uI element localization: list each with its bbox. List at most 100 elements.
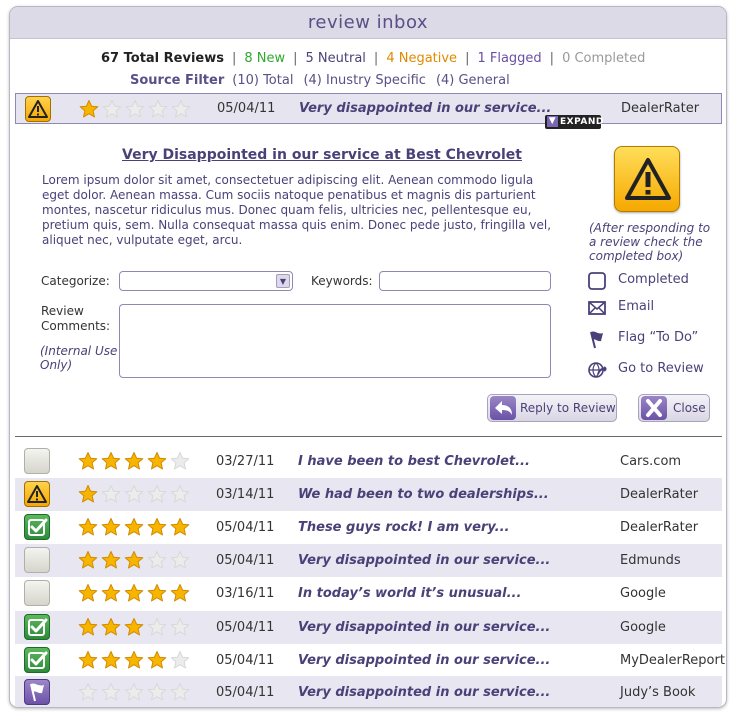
- chevron-down-icon: ▼: [276, 274, 290, 288]
- review-row[interactable]: 05/04/11 Very disappointed in our service…: [15, 544, 722, 577]
- star-empty-icon: [78, 683, 98, 701]
- star-filled-icon: [101, 518, 121, 536]
- review-comments-textarea[interactable]: [119, 304, 551, 378]
- close-button[interactable]: Close: [638, 394, 710, 422]
- source-filter-general[interactable]: (4) General: [436, 73, 510, 88]
- star-filled-icon: [124, 518, 144, 536]
- star-rating: [78, 682, 190, 702]
- review-date: 05/04/11: [216, 620, 275, 635]
- star-rating: [79, 99, 191, 119]
- review-row[interactable]: 05/04/11 Very disappointed in our service…: [15, 676, 722, 707]
- checkmark-icon[interactable]: [24, 647, 50, 673]
- unchecked-box-icon[interactable]: [24, 448, 50, 474]
- separator: |: [293, 51, 298, 66]
- separator: |: [231, 51, 237, 66]
- review-source: DealerRater: [620, 487, 699, 502]
- star-filled-icon: [101, 651, 121, 669]
- close-button-label: Close: [673, 401, 706, 415]
- categorize-label: Categorize:: [41, 274, 110, 288]
- checkmark-icon[interactable]: [24, 514, 50, 540]
- source-filter-total[interactable]: (10) Total: [232, 73, 293, 88]
- star-filled-icon: [147, 452, 167, 470]
- review-excerpt[interactable]: Very disappointed in our service...: [299, 101, 551, 116]
- star-empty-icon: [170, 551, 190, 569]
- star-filled-icon: [101, 551, 121, 569]
- review-row[interactable]: 05/04/11 These guys rock! I am very... Dea…: [15, 511, 722, 544]
- star-filled-icon: [101, 584, 121, 602]
- review-row[interactable]: 05/04/11 Very disappointed in our service…: [15, 611, 722, 644]
- star-rating: [78, 517, 190, 537]
- expand-button[interactable]: ▼ EXPAND: [545, 115, 604, 129]
- review-row[interactable]: 03/14/11 We had been to two dealerships..…: [15, 478, 722, 511]
- flag-icon[interactable]: [24, 679, 50, 705]
- star-filled-icon: [147, 518, 167, 536]
- star-filled-icon: [124, 618, 144, 636]
- neutral-reviews-filter[interactable]: 5 Neutral: [306, 51, 366, 66]
- star-empty-icon: [124, 485, 144, 503]
- star-empty-icon: [148, 100, 168, 118]
- flag-label: Flag “To Do”: [618, 330, 699, 345]
- warning-icon: [25, 96, 51, 122]
- review-source: Judy’s Book: [620, 685, 696, 700]
- star-empty-icon: [170, 485, 190, 503]
- completed-reviews-filter[interactable]: 0 Completed: [562, 51, 645, 66]
- review-excerpt[interactable]: I have been to best Chevrolet...: [298, 454, 530, 469]
- star-filled-icon: [124, 452, 144, 470]
- review-excerpt[interactable]: Very disappointed in our service...: [298, 653, 550, 668]
- source-filter-industry[interactable]: (4) Inustry Specific: [303, 73, 426, 88]
- review-excerpt[interactable]: These guys rock! I am very...: [298, 520, 509, 535]
- negative-reviews-filter[interactable]: 4 Negative: [386, 51, 457, 66]
- review-excerpt[interactable]: We had been to two dealerships...: [298, 487, 549, 502]
- flag-icon: [590, 331, 603, 349]
- review-detail-title: Very Disappointed in our service at Best…: [122, 147, 522, 163]
- star-empty-icon: [101, 485, 121, 503]
- review-excerpt[interactable]: Very disappointed in our service...: [298, 685, 550, 700]
- review-comments-label-line2: Comments:: [41, 319, 111, 333]
- warning-icon[interactable]: [24, 481, 50, 507]
- categorize-select[interactable]: ▼: [119, 271, 293, 291]
- star-filled-icon: [79, 100, 99, 118]
- review-row[interactable]: 05/04/11 Very disappointed in our service…: [15, 644, 725, 677]
- expand-label: EXPAND: [560, 117, 604, 127]
- star-filled-icon: [124, 551, 144, 569]
- inbox-title: review inbox: [10, 7, 726, 39]
- flagged-reviews-filter[interactable]: 1 Flagged: [477, 51, 541, 66]
- star-rating: [78, 617, 190, 637]
- arrow-down-icon: ▼: [547, 116, 558, 127]
- review-comments-label-line1: Review: [41, 304, 84, 318]
- new-reviews-filter[interactable]: 8 New: [244, 51, 285, 66]
- star-filled-icon: [78, 584, 98, 602]
- star-empty-icon: [147, 618, 167, 636]
- review-source: Cars.com: [620, 454, 682, 469]
- go-to-review-label: Go to Review: [618, 361, 704, 376]
- star-filled-icon: [124, 584, 144, 602]
- review-inbox-panel: review inbox 67 Total Reviews | 8 New | 5 Ne…: [9, 6, 727, 708]
- review-row[interactable]: 03/27/11 I have been to best Chevrolet...…: [15, 445, 722, 478]
- star-filled-icon: [78, 618, 98, 636]
- review-source: Google: [620, 586, 666, 601]
- star-filled-icon: [147, 651, 167, 669]
- warning-icon: [614, 146, 680, 212]
- review-date: 03/14/11: [216, 487, 275, 502]
- unchecked-box-icon[interactable]: [24, 547, 50, 573]
- keywords-input[interactable]: [379, 271, 551, 291]
- star-rating: [78, 583, 190, 603]
- review-row[interactable]: 03/16/11 In today’s world it’s unusual...…: [15, 577, 722, 610]
- reply-to-review-button[interactable]: Reply to Review: [487, 394, 617, 422]
- star-filled-icon: [78, 485, 98, 503]
- selected-review-row[interactable]: 05/04/11 Very disappointed in our servic…: [15, 93, 722, 124]
- checkmark-icon[interactable]: [24, 614, 50, 640]
- star-empty-icon: [147, 683, 167, 701]
- star-filled-icon: [78, 551, 98, 569]
- review-excerpt[interactable]: Very disappointed in our service...: [298, 620, 550, 635]
- review-date: 05/04/11: [216, 653, 275, 668]
- star-filled-icon: [101, 452, 121, 470]
- review-excerpt[interactable]: In today’s world it’s unusual...: [298, 586, 521, 601]
- star-filled-icon: [78, 651, 98, 669]
- total-reviews-count[interactable]: 67 Total Reviews: [101, 51, 224, 66]
- completed-help-text: (After responding to a review check the …: [589, 221, 711, 263]
- review-source: DealerRater: [620, 520, 699, 535]
- star-filled-icon: [78, 518, 98, 536]
- unchecked-box-icon[interactable]: [24, 580, 50, 606]
- review-excerpt[interactable]: Very disappointed in our service...: [298, 553, 550, 568]
